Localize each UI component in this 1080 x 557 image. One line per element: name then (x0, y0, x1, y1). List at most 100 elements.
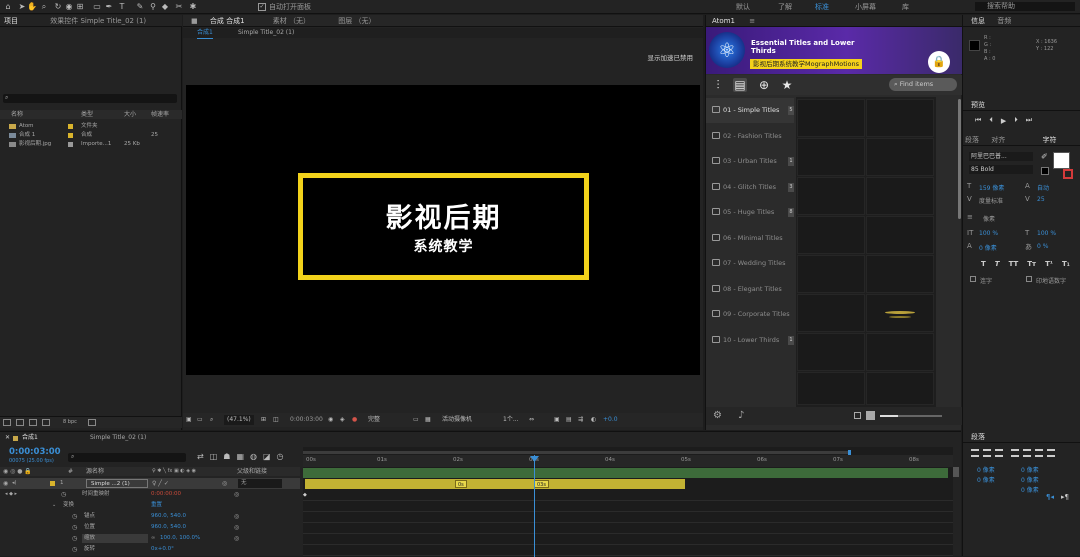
atom-category-item[interactable]: 09 - Corporate Titles (706, 302, 794, 327)
atom-category-item[interactable]: 01 - Simple Titles 5 (706, 98, 794, 123)
atom-category-item[interactable]: 05 - Huge Titles 8 (706, 200, 794, 225)
stroke-width-value[interactable]: 像素 (983, 214, 995, 223)
atom-category-item[interactable]: 08 - Elegant Titles (706, 277, 794, 302)
tab-composition[interactable]: 合成 合成1 (210, 17, 245, 25)
play-icon[interactable]: ▶ (1001, 117, 1006, 125)
faux-italic-button[interactable]: T (995, 260, 1000, 268)
show-snapshot-icon[interactable]: ◈ (340, 415, 345, 425)
shopping-bag-icon[interactable]: 🔒 (928, 51, 950, 73)
label-color-swatch[interactable] (68, 142, 73, 147)
tab-paragraph[interactable]: 段落 (971, 433, 985, 441)
font-family-dropdown[interactable]: 阿里巴巴普... (969, 152, 1033, 161)
favorites-star-icon[interactable]: ★ (780, 78, 794, 92)
expression-icon[interactable]: ◎ (234, 533, 239, 544)
tracking-value[interactable]: 25 (1037, 196, 1045, 203)
horizontal-scale-value[interactable]: 100 % (1037, 230, 1056, 237)
space-before-value[interactable]: 0 像素 (977, 475, 995, 484)
interpret-footage-icon[interactable] (3, 419, 11, 426)
align-center-button[interactable] (983, 449, 991, 457)
constrain-link-icon[interactable]: ∞ (151, 533, 155, 544)
tab-project[interactable]: 项目 (4, 17, 18, 25)
property-row[interactable]: ◷ 缩放 ∞ 100.0, 100.0% ◎ (0, 533, 300, 544)
new-comp-icon[interactable] (29, 419, 37, 426)
puppet-tool-icon[interactable]: ✱ (188, 2, 198, 12)
timeline-current-time[interactable]: 0:00:03:00 (9, 447, 61, 457)
grid-icon[interactable]: ⊞ (261, 415, 266, 425)
last-frame-icon[interactable]: ⏭ (1026, 116, 1032, 125)
tsume-value[interactable]: 0 % (1037, 243, 1048, 250)
marker-in[interactable]: 0s (455, 480, 467, 488)
preview-thumbnail[interactable] (866, 294, 934, 332)
label-color-swatch[interactable] (68, 124, 73, 129)
col-fps[interactable]: 帧速率 (151, 110, 169, 119)
baseline-value[interactable]: 0 像素 (979, 243, 997, 252)
preview-thumbnail[interactable] (866, 372, 934, 405)
settings-icon[interactable] (42, 419, 50, 426)
subtab-simple-title[interactable]: Simple Title_02 (1) (238, 28, 294, 38)
property-value[interactable]: 0x+0.0° (151, 544, 174, 555)
justify-center-button[interactable] (1023, 449, 1031, 457)
col-source-name[interactable]: 源名称 (86, 467, 104, 476)
tab-preview[interactable]: 预览 (971, 101, 985, 109)
tab-footage[interactable]: 素材 （无） (273, 17, 310, 25)
timeline-zoom-handle[interactable] (953, 467, 959, 477)
pen-tool-icon[interactable]: ✒ (104, 2, 114, 12)
property-group-row[interactable]: ⌄ 变换 重置 (0, 500, 300, 511)
col-name[interactable]: 名称 (11, 110, 23, 119)
monitor-icon[interactable]: ▭ (197, 415, 203, 425)
camera-tool-icon[interactable]: ◉ (64, 2, 74, 12)
font-style-dropdown[interactable]: 85 Bold (969, 165, 1033, 174)
property-value[interactable]: 100.0, 100.0% (160, 533, 200, 544)
preview-thumbnail[interactable] (797, 177, 865, 215)
mask-icon[interactable]: ◫ (273, 415, 279, 425)
property-value[interactable]: 0:00:00:00 (151, 489, 181, 500)
tab-simple-title[interactable]: Simple Title_02 (1) (90, 432, 146, 444)
work-area-bar[interactable] (303, 451, 848, 454)
tab-layer[interactable]: 图层 （无） (338, 17, 375, 25)
auto-open-checkbox[interactable]: ✓ (258, 3, 266, 11)
reset-link[interactable]: 重置 (151, 500, 162, 511)
indent-right-value[interactable]: 0 像素 (1021, 465, 1039, 474)
preview-thumbnail[interactable] (866, 333, 934, 371)
bpc-label[interactable]: 8 bpc (63, 419, 77, 425)
small-caps-button[interactable]: Tт (1027, 260, 1036, 268)
property-row[interactable]: ◷ 旋转 0x+0.0° (0, 544, 300, 555)
faux-bold-button[interactable]: T (981, 260, 986, 268)
black-swatch[interactable] (1041, 167, 1049, 175)
col-size[interactable]: 大小 (124, 110, 136, 119)
preview-thumbnail[interactable] (797, 372, 865, 405)
comp-flowchart-icon[interactable]: ⇄ (197, 452, 204, 461)
roto-tool-icon[interactable]: ✂ (174, 2, 184, 12)
selection-tool-icon[interactable]: ➤ (17, 2, 27, 12)
flowchart-icon[interactable]: ⇶ (578, 415, 583, 425)
stopwatch-icon[interactable]: ◷ (72, 511, 77, 522)
view-options-icon[interactable]: ⇔ (529, 415, 534, 425)
property-row[interactable]: ◷ 锚点 960.0, 540.0 ◎ (0, 511, 300, 522)
layer-switches[interactable]: ♀ ╱ ✓ (152, 478, 169, 489)
first-frame-icon[interactable]: ⏮ (975, 116, 981, 125)
new-folder-icon[interactable] (16, 419, 24, 426)
expression-icon[interactable]: ◎ (234, 489, 239, 500)
tab-info[interactable]: 信息 (971, 17, 985, 25)
large-thumb-icon[interactable] (866, 411, 875, 420)
tab-paragraph-top[interactable]: 段落 (965, 136, 979, 144)
next-frame-icon[interactable]: ⏵ (1014, 116, 1018, 125)
col-parent[interactable]: 父级和链接 (237, 467, 267, 476)
workspace-small-screen[interactable]: 小屏幕 (855, 2, 876, 12)
atom-category-item[interactable]: 10 - Lower Thirds 1 (706, 328, 794, 353)
rtl-direction-icon[interactable]: ¶◂ (1046, 493, 1054, 501)
tab-align[interactable]: 对齐 (991, 136, 1005, 144)
clone-tool-icon[interactable]: ⚲ (148, 2, 158, 12)
settings-gear-icon[interactable]: ⚙ (713, 410, 722, 421)
stopwatch-icon[interactable]: ◷ (61, 489, 66, 500)
justify-all-button[interactable] (1047, 449, 1055, 457)
col-type[interactable]: 类型 (81, 110, 93, 119)
current-time[interactable]: 0:00:03:00 (290, 415, 323, 425)
list-view-icon[interactable]: ▤ (733, 78, 747, 92)
layer-label-color[interactable] (50, 481, 55, 486)
frame-blend-icon[interactable]: ▦ (236, 452, 244, 461)
preview-thumbnail[interactable] (797, 216, 865, 254)
preview-thumbnail[interactable] (866, 177, 934, 215)
timeline-search-input[interactable]: ⌕ (68, 453, 186, 462)
views-dropdown[interactable]: 1个... (503, 415, 519, 425)
